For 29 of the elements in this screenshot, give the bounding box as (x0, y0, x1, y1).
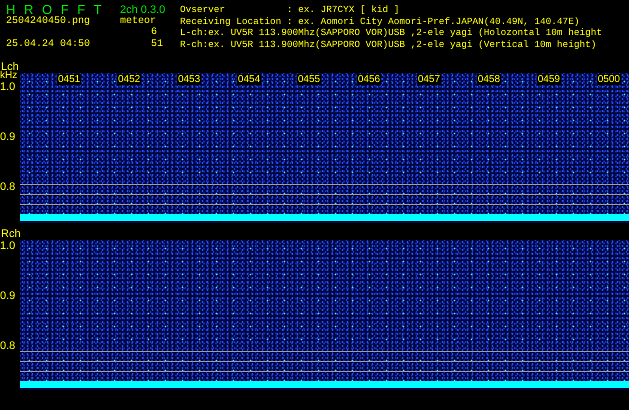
time-label: 0458 (476, 74, 502, 85)
info-line: Ovserver : ex. JR7CYX [ kid ] (180, 4, 400, 16)
time-label: 0459 (536, 74, 561, 85)
axis-label: 1.0 (0, 240, 16, 252)
time-label: 0455 (296, 74, 322, 85)
time-label: 0453 (176, 74, 202, 85)
date-time: 25.04.24 04:50 (5, 38, 92, 50)
unit-label: kHz (0, 71, 18, 81)
file-name: 2504240450.png (5, 16, 92, 28)
info-line: Receiving Location : ex. Aomori City Aomori-Pref.JAPAN(40.49N, 140.47E) (180, 16, 580, 28)
axis-label: 1.0 (0, 81, 16, 93)
version-label: 2ch 0.3.0 (120, 4, 166, 16)
app-title: H R O F F T (5, 4, 106, 16)
time-label: 0500 (596, 74, 621, 85)
axis-label: 0.8 (0, 181, 16, 193)
meteor-count: 51 (150, 38, 164, 50)
meteor-label: meteor (120, 16, 158, 27)
info-line: R-ch:ex. UV5R 113.900Mhz(SAPPORO VOR)USB ,2-ele yagi (Vertical 10m height) (180, 38, 598, 50)
time-label: 0452 (116, 74, 142, 85)
time-label: 0456 (356, 74, 382, 85)
axis-label: 0.9 (0, 290, 16, 302)
info-line: L-ch:ex. UV5R 113.900Mhz(SAPPORO VOR)USB ,2-ele yagi (Holozontal 10m height (180, 27, 603, 39)
time-label: 0454 (236, 74, 262, 85)
axis-label: 0.8 (0, 340, 16, 352)
meteor-count: 6 (150, 27, 158, 39)
time-label: 0457 (416, 74, 442, 85)
axis-label: 0.9 (0, 131, 16, 143)
channel-label: Rch (0, 229, 21, 240)
time-label: 0451 (57, 74, 82, 85)
